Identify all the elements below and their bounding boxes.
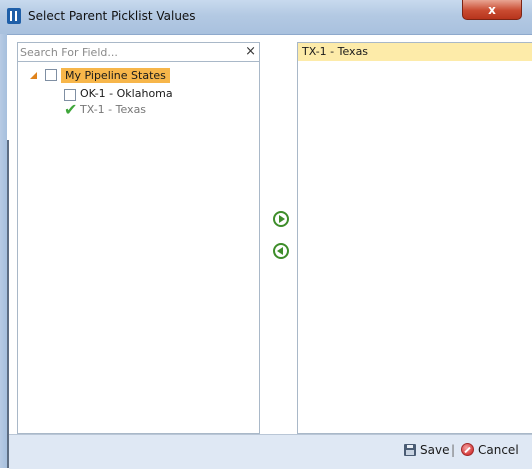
root-checkbox[interactable] [45, 69, 57, 81]
selected-values-list [297, 42, 532, 434]
window-frame-edge [7, 140, 9, 468]
tree-expand-icon[interactable] [30, 72, 37, 79]
footer-separator: | [451, 443, 456, 457]
selected-item-texas[interactable]: TX-1 - Texas [298, 43, 532, 61]
clear-search-icon[interactable]: × [245, 44, 256, 60]
app-icon [7, 8, 21, 24]
cancel-icon[interactable] [461, 443, 474, 456]
tree-item-texas[interactable]: TX-1 - Texas [80, 103, 146, 116]
tree-item-oklahoma[interactable]: OK-1 - Oklahoma [80, 87, 173, 100]
cancel-button[interactable]: Cancel [478, 443, 519, 457]
window-frame-left [0, 34, 7, 468]
search-field[interactable]: × [17, 42, 260, 62]
available-values-tree [17, 62, 260, 434]
checkmark-icon: ✔ [64, 100, 78, 119]
save-button[interactable]: Save [420, 443, 449, 457]
tree-root-label[interactable]: My Pipeline States [61, 68, 170, 83]
save-icon[interactable] [404, 444, 416, 456]
search-input[interactable] [20, 45, 238, 59]
add-selected-button[interactable] [273, 211, 289, 227]
window-titlebar: Select Parent Picklist Values x [0, 0, 532, 35]
close-button[interactable]: x [462, 0, 522, 20]
window-title: Select Parent Picklist Values [28, 9, 196, 23]
remove-selected-button[interactable] [273, 243, 289, 259]
